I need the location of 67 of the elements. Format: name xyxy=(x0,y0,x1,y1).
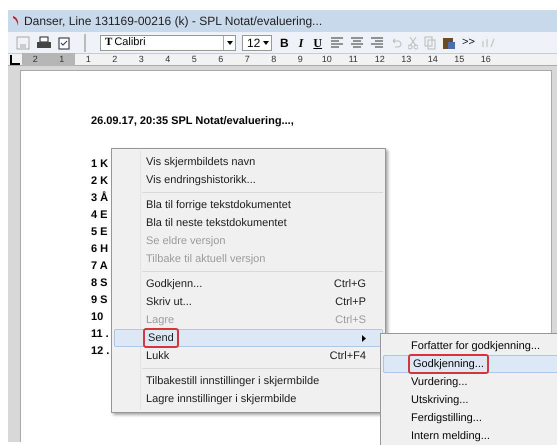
submenu-item[interactable]: Ferdigstilling... xyxy=(383,409,557,427)
ruler-number: 8 xyxy=(270,52,278,66)
menu-item[interactable]: Bla til forrige tekstdokumentet xyxy=(114,196,383,214)
menu-item[interactable]: Lukk Ctrl+F4 xyxy=(114,347,383,365)
menu-item[interactable]: Skriv ut... Ctrl+P xyxy=(114,293,383,311)
ruler-number: 2 xyxy=(111,52,118,66)
shortcut-text: Ctrl+G xyxy=(334,276,366,292)
ruler-number: 11 xyxy=(348,52,359,66)
list-line: 2 K xyxy=(91,174,108,188)
submenu-item[interactable]: Utskriving... xyxy=(383,391,557,409)
list-line: 9 S xyxy=(91,292,108,308)
font-dropdown[interactable]: T Calibri xyxy=(100,34,236,50)
ruler-number: 14 xyxy=(426,52,439,66)
italic-button[interactable]: I xyxy=(296,34,306,52)
list-line: 11 . xyxy=(91,326,109,342)
list-line: 8 S xyxy=(91,276,108,290)
menu-item[interactable]: Send xyxy=(114,329,383,347)
printer-icon[interactable] xyxy=(36,36,52,50)
shortcut-text: Ctrl+P xyxy=(335,294,366,310)
ruler-number: 12 xyxy=(374,52,386,66)
document-heading: 26.09.17, 20:35 SPL Notat/evaluering..., xyxy=(91,114,295,129)
align-right-icon[interactable] xyxy=(370,36,384,48)
app-logo-icon xyxy=(12,15,20,27)
submenu-item[interactable]: Intern melding... xyxy=(383,427,557,445)
align-center-icon[interactable] xyxy=(350,36,364,48)
caret-icon xyxy=(226,40,232,44)
list-line: 10 xyxy=(91,310,104,324)
shortcut-text: Ctrl+S xyxy=(335,312,366,328)
ruler-number: 6 xyxy=(217,52,224,66)
shortcut-text: Ctrl+F4 xyxy=(330,348,366,364)
list-line: 12 . xyxy=(91,344,110,358)
ruler-number: 15 xyxy=(453,52,466,66)
annotation-outline: Send xyxy=(143,328,179,348)
ruler-number: 1 xyxy=(84,52,92,66)
menu-item[interactable]: Tilbakestill innstillinger i skjermbilde xyxy=(114,372,383,390)
list-line: 4 E xyxy=(91,208,108,222)
ruler-number: 5 xyxy=(190,52,198,66)
submenu-item[interactable]: Forfatter for godkjenning... xyxy=(383,337,557,355)
list-line: 6 H xyxy=(91,242,108,256)
list-line: 7 A xyxy=(91,258,108,274)
list-line: 3 Å xyxy=(91,190,108,206)
align-left-icon[interactable] xyxy=(330,36,344,48)
paste-icon[interactable] xyxy=(442,36,456,50)
bold-button[interactable]: B xyxy=(278,34,291,52)
caret-icon xyxy=(263,40,269,44)
menu-item[interactable]: Vis endringshistorikk... xyxy=(114,171,383,189)
menu-item[interactable]: Godkjenn... Ctrl+G xyxy=(114,275,383,293)
ruler-number: 2 xyxy=(22,52,48,66)
ruler-number: 9 xyxy=(296,52,304,66)
ruler-number: 7 xyxy=(244,52,251,66)
menu-item[interactable]: Vis skjermbildets navn xyxy=(114,153,383,171)
ruler-number: 10 xyxy=(320,52,333,66)
submenu-item[interactable]: Godkjenning... xyxy=(383,355,557,373)
menu-item[interactable]: Lagre innstillinger i skjermbilde xyxy=(114,390,383,408)
ruler-number: 4 xyxy=(164,52,172,66)
submenu-item[interactable]: Vurdering... xyxy=(383,373,557,391)
ruler-number: 13 xyxy=(400,52,412,66)
more-button[interactable]: >> xyxy=(462,34,475,51)
menu-item[interactable]: Bla til neste tekstdokumentet xyxy=(114,214,383,232)
ruler-number: 3 xyxy=(138,52,145,66)
clipboard-icon[interactable] xyxy=(58,36,70,50)
ruler-number: 16 xyxy=(480,52,492,66)
underline-button[interactable]: U xyxy=(311,34,324,52)
size-dropdown[interactable]: 12 xyxy=(242,34,272,50)
list-line: 5 E xyxy=(91,224,108,240)
window-title: Danser, Line 131169-00216 (k) - SPL Notat/evaluering... xyxy=(24,13,322,30)
list-line: 1 K xyxy=(91,156,108,172)
